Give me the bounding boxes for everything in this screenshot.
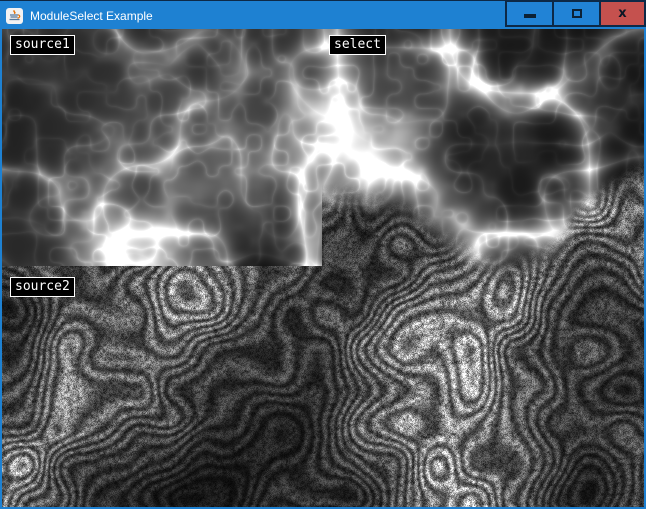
maximize-button[interactable] (552, 1, 599, 27)
coffee-cup-glyph (8, 10, 21, 22)
minimize-icon (524, 14, 536, 18)
java-app-icon[interactable] (6, 8, 23, 24)
source1-label: source1 (10, 35, 75, 55)
window-title: ModuleSelect Example (30, 9, 153, 23)
close-button[interactable]: x (599, 1, 646, 27)
render-viewport: source1 select source2 (2, 29, 644, 507)
select-label: select (329, 35, 386, 55)
source1-image (2, 29, 322, 266)
maximize-icon (572, 9, 582, 18)
window-controls: x (505, 1, 646, 27)
minimize-button[interactable] (505, 1, 552, 27)
source2-image (2, 266, 322, 503)
window: ModuleSelect Example x source1selectsour… (0, 0, 646, 509)
close-icon: x (618, 7, 626, 20)
source2-label: source2 (10, 277, 75, 297)
